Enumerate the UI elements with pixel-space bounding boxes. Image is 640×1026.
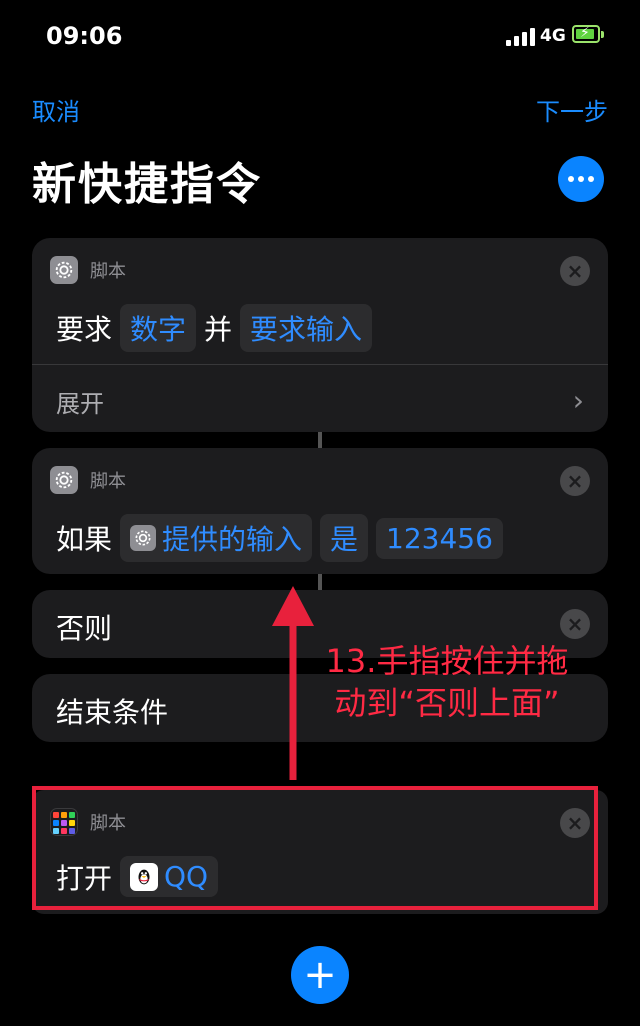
gear-icon [130,525,157,551]
if-action-card[interactable]: 脚本 × 如果 提供的输入 是 123456 [32,448,608,574]
expand-button[interactable]: 展开 [56,384,104,419]
add-action-button[interactable]: + [291,946,349,1004]
end-if-label: 结束条件 [56,696,169,729]
otherwise-label: 否则 [56,612,113,645]
flow-connector [318,432,322,448]
input-type-token[interactable]: 数字 [120,304,197,352]
close-icon: × [566,469,584,493]
cancel-button[interactable]: 取消 [32,92,80,127]
category-label: 脚本 [90,471,126,492]
remove-action-button[interactable]: × [560,609,590,639]
value-token[interactable]: 123456 [376,517,503,559]
card-header: 脚本 [50,466,126,494]
divider [32,364,608,365]
gear-icon [50,256,78,284]
network-type: 4G [540,26,566,46]
status-bar: 09:06 4G ⚡ [0,0,640,70]
status-time: 09:06 [46,22,123,50]
token-label: 提供的输入 [162,523,303,556]
card-header: 脚本 [50,256,126,284]
more-dots-icon [568,176,574,182]
chevron-right-icon[interactable]: › [573,384,584,417]
category-label: 脚本 [90,261,126,282]
action-verb: 要求 [56,313,113,346]
input-variable-token[interactable]: 提供的输入 [120,514,313,562]
remove-action-button[interactable]: × [560,256,590,286]
ask-input-action-card[interactable]: 脚本 × 要求 数字 并 要求输入 展开 › [32,238,608,432]
gear-icon [50,466,78,494]
close-icon: × [566,612,584,636]
action-verb: 如果 [56,523,113,556]
signal-icon [506,26,535,46]
instruction-annotation: 13.手指按住并拖动到“否则上面” [325,642,569,722]
next-button[interactable]: 下一步 [536,92,608,127]
prompt-token[interactable]: 要求输入 [240,304,373,352]
more-button[interactable] [558,156,604,202]
highlight-frame [32,786,598,910]
plus-icon: + [303,952,337,998]
operator-token[interactable]: 是 [320,514,369,562]
action-row: 要求 数字 并 要求输入 [56,304,373,352]
action-row: 如果 提供的输入 是 123456 [56,514,503,562]
drag-arrow-icon [272,586,314,780]
page-title: 新快捷指令 [32,159,262,210]
remove-action-button[interactable]: × [560,466,590,496]
close-icon: × [566,259,584,283]
battery-icon: ⚡ [572,25,604,43]
joiner-text: 并 [204,313,233,346]
